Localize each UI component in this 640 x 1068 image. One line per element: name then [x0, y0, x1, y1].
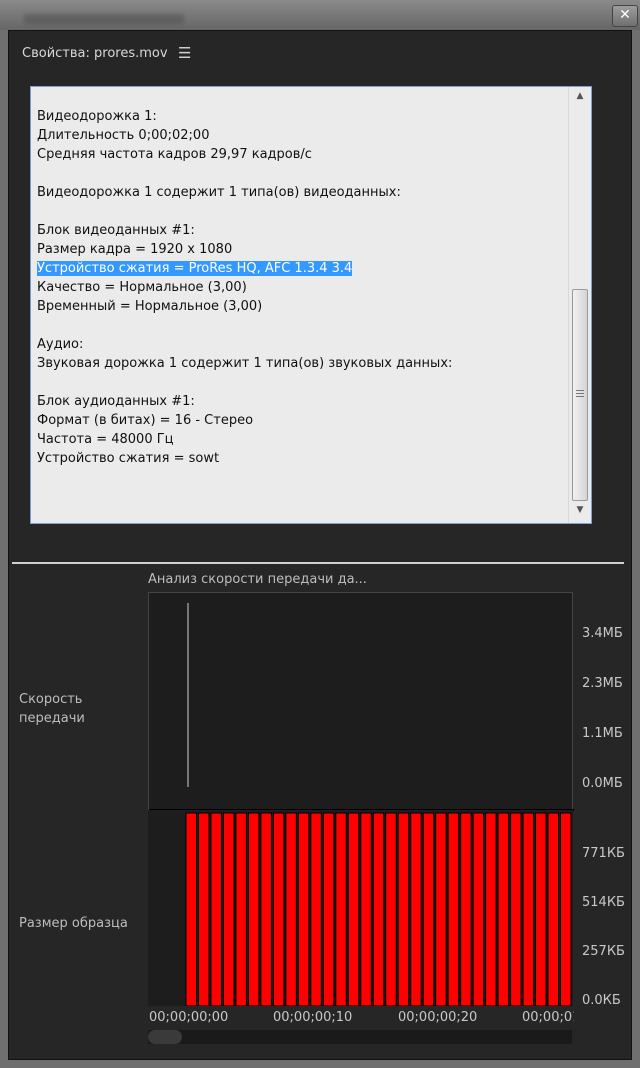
- property-line: Размер кадра = 1920 x 1080: [37, 240, 452, 259]
- window-title-blurred: [24, 14, 184, 24]
- scroll-down-arrow-icon[interactable]: ▼: [573, 505, 587, 519]
- property-line-text: Временный = Нормальное (3,00): [37, 299, 263, 314]
- y-tick-label: 257КБ: [582, 944, 625, 959]
- sample-size-bar: [247, 812, 260, 1007]
- property-line-text: Качество = Нормальное (3,00): [37, 280, 247, 295]
- sample-size-bar: [397, 812, 410, 1007]
- sample-size-bar: [547, 812, 560, 1007]
- rate-label: Скорость передачи: [19, 692, 85, 726]
- property-line: Формат (в битах) = 16 - Стерео: [37, 411, 452, 430]
- property-line-text: Аудио:: [37, 337, 84, 352]
- window-close-button[interactable]: ✕: [612, 5, 638, 27]
- x-tick-label: 00;00;00;10: [273, 1010, 353, 1025]
- timeline-scrollbar-thumb[interactable]: [148, 1030, 182, 1044]
- sample-size-bar: [310, 812, 322, 1007]
- sample-size-bar: [260, 812, 272, 1007]
- property-line: Блок видеоданных #1:: [37, 221, 452, 240]
- property-line-text: Размер кадра = 1920 x 1080: [37, 242, 233, 257]
- property-line-text: Длительность 0;00;02;00: [37, 128, 210, 143]
- property-line-text: Блок аудиоданных #1:: [37, 394, 195, 409]
- y-tick-label: 771КБ: [582, 846, 625, 861]
- property-line: [37, 202, 452, 221]
- property-line: [37, 316, 452, 335]
- sample-size-bar: [222, 812, 235, 1007]
- property-line: Аудио:: [37, 335, 452, 354]
- property-line-text: Видеодорожка 1 содержит 1 типа(ов) видео…: [37, 185, 401, 200]
- sample-size-bar: [560, 812, 572, 1007]
- property-line-text: Частота = 48000 Гц: [37, 432, 174, 447]
- menu-icon[interactable]: ☰: [178, 44, 191, 62]
- property-line: Качество = Нормальное (3,00): [37, 278, 452, 297]
- property-line-text: Блок видеоданных #1:: [37, 223, 195, 238]
- sample-size-bar: [497, 812, 510, 1007]
- sample-size-bar: [235, 812, 247, 1007]
- property-line: Блок аудиоданных #1:: [37, 392, 452, 411]
- sample-size-bar: [335, 812, 347, 1007]
- sample-size-label: Размер образца: [19, 916, 128, 931]
- properties-text: Видеодорожка 1: Длительность 0;00;02;00 Ср…: [37, 107, 452, 468]
- sample-size-bar: [447, 812, 460, 1007]
- property-line: Звуковая дорожка 1 содержит 1 типа(ов) з…: [37, 354, 452, 373]
- bitrate-chart-svg: [149, 603, 574, 811]
- sample-size-bar: [210, 812, 222, 1007]
- y-tick-label: 3.4МБ: [582, 626, 623, 641]
- panel-title: Свойства: prores.mov: [22, 46, 168, 61]
- property-line: Длительность 0;00;02;00: [37, 126, 452, 145]
- y-tick-label: 0.0КБ: [582, 993, 621, 1008]
- sample-size-bar: [285, 812, 297, 1007]
- y-tick-label: 1.1МБ: [582, 726, 623, 741]
- property-line: Устройство сжатия = sowt: [37, 449, 452, 468]
- x-tick-label: 00;00;00;20: [398, 1010, 478, 1025]
- sample-size-bar: [535, 812, 547, 1007]
- y-tick-label: 2.3МБ: [582, 676, 623, 691]
- sample-size-bar: [185, 812, 197, 1007]
- property-line: Видеодорожка 1:: [37, 107, 452, 126]
- property-line-text: Средняя частота кадров 29,97 кадров/с: [37, 147, 312, 162]
- x-tick-label: 00;00;01: [522, 1010, 574, 1025]
- sample-size-bar: [197, 812, 210, 1007]
- y-tick-label: 0.0МБ: [582, 776, 623, 791]
- property-line: Видеодорожка 1 содержит 1 типа(ов) видео…: [37, 183, 452, 202]
- property-line-text: Видеодорожка 1:: [37, 109, 157, 124]
- x-tick-label: 00;00;00;00: [149, 1010, 229, 1025]
- timeline-horizontal-scrollbar[interactable]: [148, 1030, 572, 1044]
- window-titlebar: ✕: [0, 0, 640, 30]
- property-line-text: Устройство сжатия = sowt: [37, 451, 220, 466]
- sample-size-bar: [510, 812, 522, 1007]
- sample-size-graph: [148, 810, 573, 1007]
- sample-size-bar: [347, 812, 360, 1007]
- panel-divider[interactable]: [12, 562, 624, 564]
- sample-size-bar: [435, 812, 447, 1007]
- property-line: Временный = Нормальное (3,00): [37, 297, 452, 316]
- sample-size-bar: [460, 812, 472, 1007]
- sample-size-bar: [297, 812, 310, 1007]
- analysis-title: Анализ скорости передачи да...: [148, 572, 367, 587]
- sample-size-bar: [372, 812, 385, 1007]
- sample-size-bar: [422, 812, 435, 1007]
- sample-size-bar: [272, 812, 285, 1007]
- property-line-text: Формат (в битах) = 16 - Стерео: [37, 413, 254, 428]
- property-line: Средняя частота кадров 29,97 кадров/с: [37, 145, 452, 164]
- sample-size-bar: [522, 812, 535, 1007]
- property-line-text: Звуковая дорожка 1 содержит 1 типа(ов) з…: [37, 356, 453, 371]
- scrollbar-thumb[interactable]: [572, 289, 588, 501]
- properties-vertical-scrollbar[interactable]: ▲ ▼: [568, 87, 591, 523]
- sample-size-bar: [410, 812, 422, 1007]
- y-tick-label: 514КБ: [582, 895, 625, 910]
- property-line: Устройство сжатия = ProRes HQ, AFC 1.3.4…: [37, 259, 452, 278]
- sample-size-bar: [485, 812, 497, 1007]
- sample-size-bar: [472, 812, 485, 1007]
- sample-size-bar: [385, 812, 397, 1007]
- property-line: Частота = 48000 Гц: [37, 430, 452, 449]
- scroll-up-arrow-icon[interactable]: ▲: [573, 91, 587, 105]
- property-line: [37, 373, 452, 392]
- properties-textbox[interactable]: Видеодорожка 1: Длительность 0;00;02;00 Ср…: [30, 86, 592, 524]
- bitrate-graph: [148, 592, 574, 811]
- sample-size-bar: [360, 812, 372, 1007]
- property-line-text: Устройство сжатия = ProRes HQ, AFC 1.3.4…: [37, 261, 353, 276]
- sample-size-chart-svg: [185, 812, 572, 1007]
- property-line: [37, 164, 452, 183]
- sample-size-bar: [322, 812, 335, 1007]
